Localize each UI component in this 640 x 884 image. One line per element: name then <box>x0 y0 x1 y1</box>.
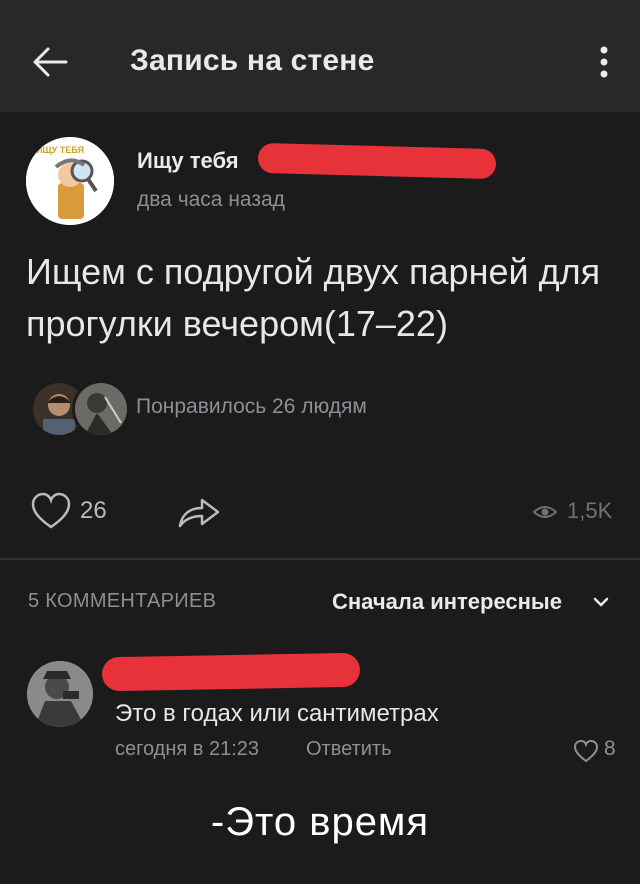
comment-like-count: 8 <box>604 737 616 760</box>
reply-button[interactable]: Ответить <box>306 738 392 761</box>
liked-by-text[interactable]: Понравилось 26 людям <box>136 395 367 419</box>
comments-count: 5 КОММЕНТАРИЕВ <box>28 590 217 612</box>
avatar-logo-text: ИЩУ ТЕБЯ <box>36 145 84 155</box>
heart-icon[interactable] <box>30 492 72 530</box>
comment-text: Это в годах или сантиметрах <box>115 700 439 727</box>
author-name[interactable]: Ищу тебя <box>137 148 239 174</box>
comment-time: сегодня в 21:23 <box>115 738 259 760</box>
top-bar: Запись на стене <box>0 0 640 112</box>
share-icon[interactable] <box>176 492 222 532</box>
commenter-avatar[interactable] <box>27 661 93 727</box>
divider <box>0 558 640 560</box>
post-time: два часа назад <box>137 188 285 211</box>
redaction-mark <box>257 142 497 180</box>
page-title: Запись на стене <box>130 44 375 77</box>
redaction-mark <box>101 652 361 692</box>
chevron-down-icon[interactable] <box>592 596 610 608</box>
post-text: Ищем с подругой двух парней для прогулки… <box>26 251 601 344</box>
eye-icon <box>532 506 558 518</box>
meme-caption: -Это время <box>210 800 430 844</box>
arrow-left-icon[interactable] <box>30 44 70 80</box>
view-count: 1,5K <box>567 498 613 523</box>
like-count: 26 <box>80 497 107 524</box>
author-avatar[interactable]: ИЩУ ТЕБЯ <box>26 137 114 225</box>
liker-avatar <box>72 380 130 438</box>
detective-logo-icon: ИЩУ ТЕБЯ <box>26 137 114 225</box>
sort-dropdown[interactable]: Сначала интересные <box>332 589 562 615</box>
liked-by-avatars[interactable] <box>30 380 130 438</box>
more-vertical-icon[interactable] <box>595 42 613 82</box>
heart-icon[interactable] <box>573 739 599 763</box>
